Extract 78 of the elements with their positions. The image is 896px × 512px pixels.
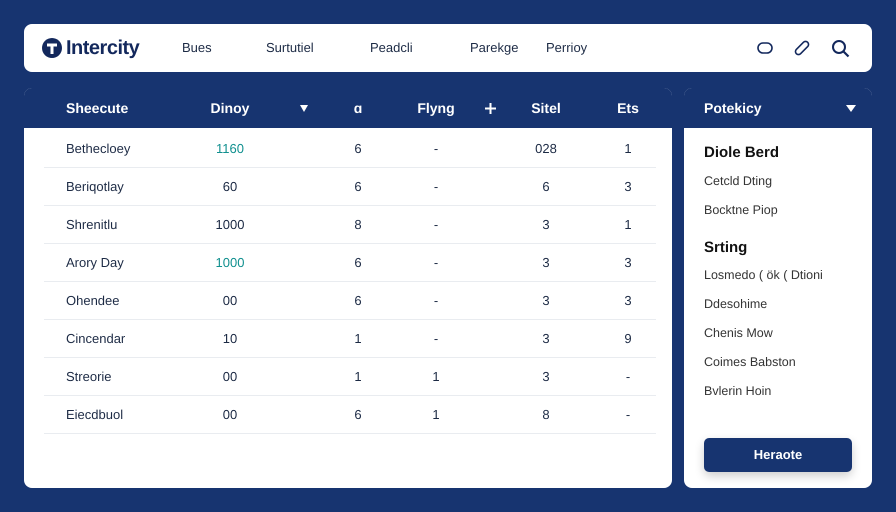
panel-item[interactable]: Losmedo ( ök ( Dtioni bbox=[704, 268, 823, 282]
section-heading: Diole Berd bbox=[704, 143, 780, 163]
table-cell: - bbox=[434, 178, 438, 194]
column-header[interactable]: Dinoy bbox=[210, 100, 250, 116]
panel-item[interactable]: Chenis Mow bbox=[704, 326, 773, 340]
search-icon[interactable] bbox=[831, 38, 850, 58]
column-header[interactable]: Ets bbox=[617, 100, 639, 116]
panel-item[interactable]: Cetcld Dting bbox=[704, 174, 772, 188]
table-cell: 1 bbox=[354, 330, 362, 346]
table-cell: - bbox=[626, 368, 630, 384]
nav-link[interactable]: Parekge bbox=[470, 40, 518, 56]
action-button[interactable]: Heraote bbox=[704, 438, 852, 472]
nav-link[interactable]: Perrioy bbox=[546, 40, 588, 56]
table-cell: 1 bbox=[432, 406, 440, 422]
table-cell: 60 bbox=[222, 178, 238, 194]
table-cell: - bbox=[434, 254, 438, 270]
add-icon[interactable] bbox=[484, 103, 496, 114]
table-cell: 6 bbox=[354, 406, 362, 422]
table-cell: - bbox=[434, 330, 438, 346]
table-cell: 1 bbox=[354, 368, 362, 384]
table-cell: 6 bbox=[542, 178, 550, 194]
section-heading: Srting bbox=[704, 238, 748, 258]
table-cell: - bbox=[434, 140, 438, 156]
table-cell: 8 bbox=[354, 216, 362, 232]
table-cell: 3 bbox=[624, 292, 632, 308]
table-cell: 3 bbox=[542, 254, 550, 270]
column-header[interactable]: ɑ bbox=[354, 100, 362, 116]
table-cell: 3 bbox=[542, 330, 550, 346]
column-header[interactable]: Sitel bbox=[531, 100, 561, 116]
table-cell: 6 bbox=[354, 292, 362, 308]
table-cell: 6 bbox=[354, 254, 362, 270]
table-cell: Beriqotlay bbox=[66, 178, 124, 194]
table-cell: 6 bbox=[354, 178, 362, 194]
table-cell: 3 bbox=[542, 216, 550, 232]
table-cell: Arory Day bbox=[66, 254, 124, 270]
table-cell: 1 bbox=[624, 140, 632, 156]
nav-link[interactable]: Peadcli bbox=[370, 40, 413, 56]
table-cell: 3 bbox=[624, 178, 632, 194]
table-cell: 6 bbox=[354, 140, 362, 156]
table-cell: 8 bbox=[542, 406, 550, 422]
table-cell: 028 bbox=[535, 140, 557, 156]
table-cell: Streorie bbox=[66, 368, 112, 384]
table-cell: - bbox=[626, 406, 630, 422]
table-cell: 9 bbox=[624, 330, 632, 346]
panel-item[interactable]: Bocktne Piop bbox=[704, 202, 778, 216]
table-cell: 1 bbox=[624, 216, 632, 232]
table-cell: 3 bbox=[542, 292, 550, 308]
table-cell: 10 bbox=[222, 330, 238, 346]
caret-icon[interactable] bbox=[846, 104, 856, 112]
table-cell: 00 bbox=[222, 368, 238, 384]
panel-title: Potekicy bbox=[704, 98, 762, 118]
table-cell: Ohendee bbox=[66, 292, 120, 308]
column-header[interactable]: Flyng bbox=[417, 100, 455, 116]
sort-icon[interactable] bbox=[300, 105, 308, 112]
table-cell: 1000 bbox=[216, 254, 244, 270]
nav-link[interactable]: Bues bbox=[182, 40, 212, 56]
table-cell: - bbox=[434, 292, 438, 308]
table-cell: Shrenitlu bbox=[66, 216, 118, 232]
table-cell: Cincendar bbox=[66, 330, 126, 346]
logo-icon bbox=[42, 38, 62, 58]
table-cell: - bbox=[434, 216, 438, 232]
panel-item[interactable]: Bvlerin Hoin bbox=[704, 384, 772, 398]
pen-icon[interactable] bbox=[793, 39, 811, 57]
panel-item[interactable]: Ddesohime bbox=[704, 297, 768, 311]
table-cell: Eiecdbuol bbox=[66, 406, 124, 422]
table-cell: 3 bbox=[624, 254, 632, 270]
panel-item[interactable]: Coimes Babston bbox=[704, 355, 796, 369]
table-cell: 1 bbox=[432, 368, 440, 384]
nav-link[interactable]: Surtutiel bbox=[266, 40, 314, 56]
table-cell: 00 bbox=[222, 292, 238, 308]
table-cell: 3 bbox=[542, 368, 550, 384]
chat-icon[interactable] bbox=[757, 41, 773, 55]
brand-name: Intercity bbox=[66, 36, 140, 61]
table-cell: 1160 bbox=[216, 140, 244, 156]
table-cell: 1000 bbox=[216, 216, 244, 232]
table-cell: 00 bbox=[222, 406, 238, 422]
column-header[interactable]: Sheecute bbox=[66, 100, 128, 116]
table-cell: Bethecloey bbox=[66, 140, 130, 156]
